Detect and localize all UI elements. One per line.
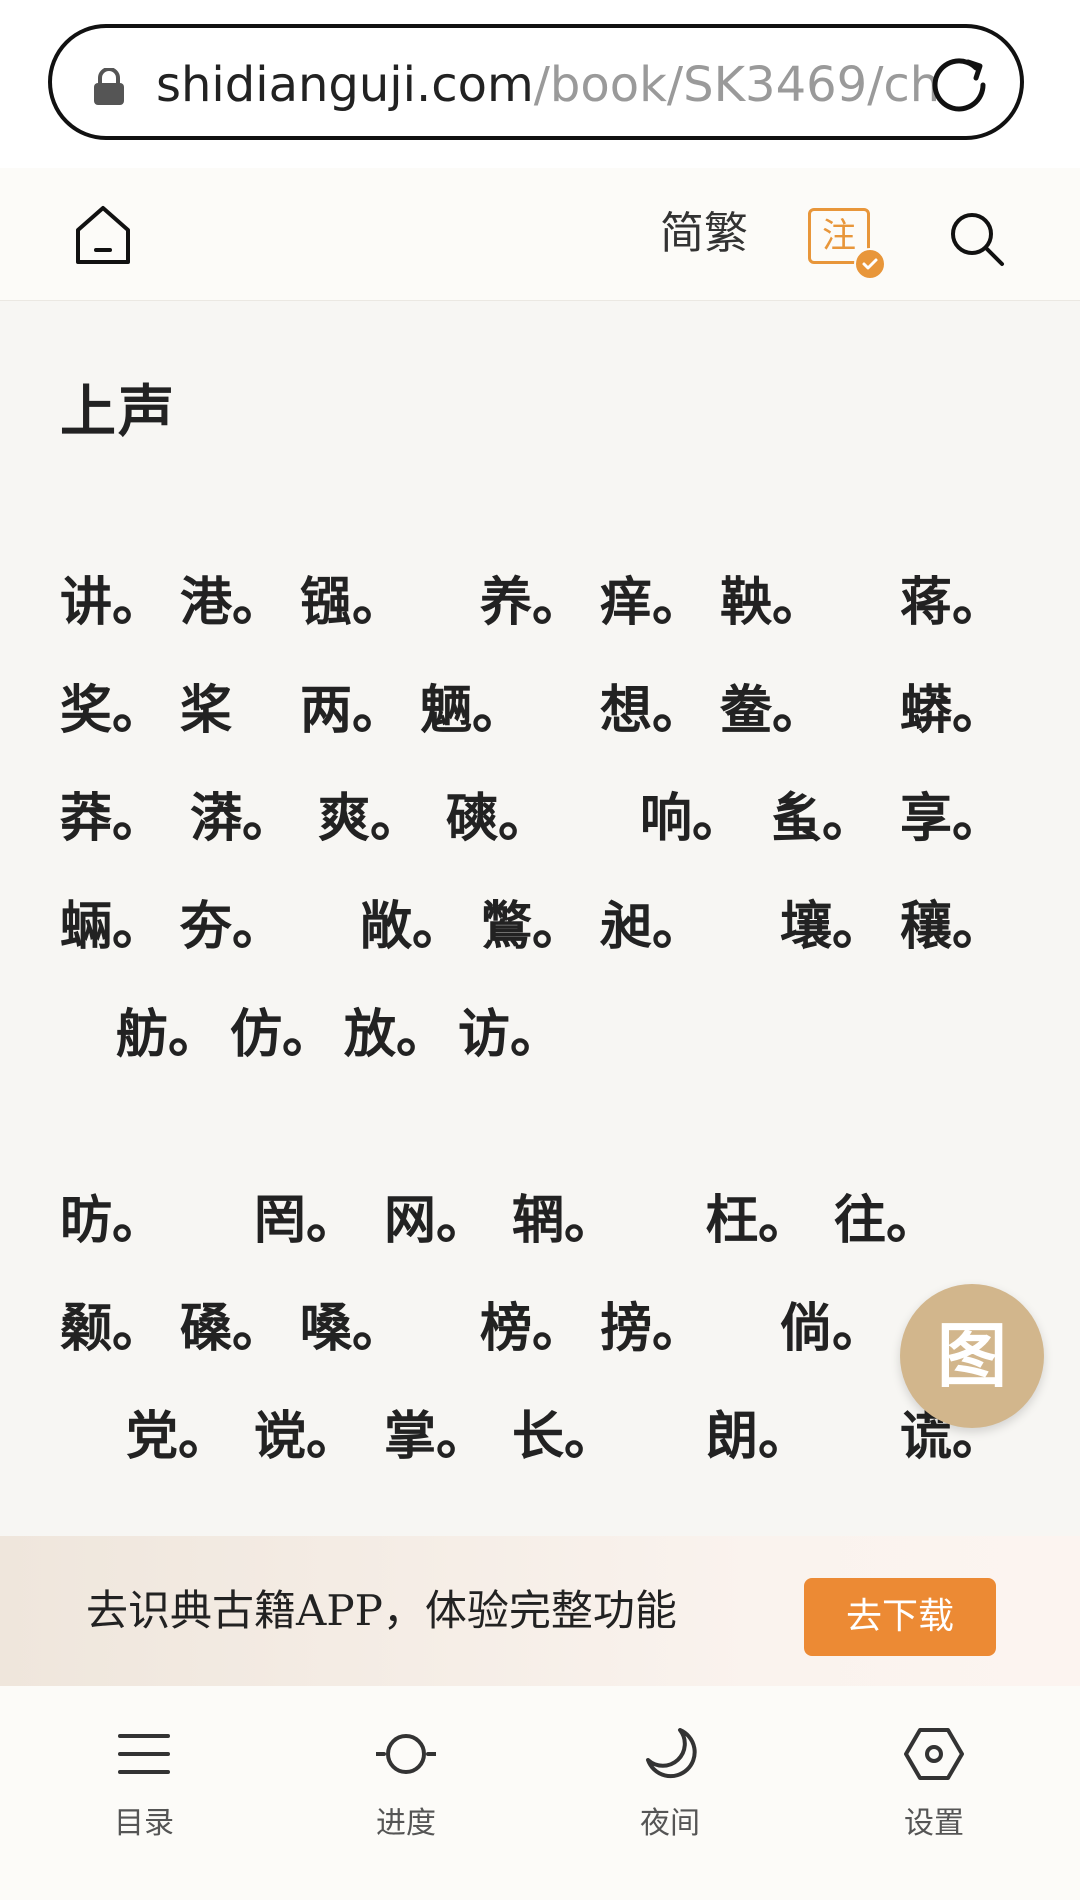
rhyme-char: 漭。 — [190, 788, 295, 849]
text-line: 舫。 仿。 放。 访。 — [0, 995, 1080, 1075]
nav-item-night-mode[interactable]: 夜间 — [570, 1724, 770, 1864]
rhyme-char: 蒋。 — [900, 572, 1005, 633]
rhyme-char: 莽。 — [60, 788, 165, 849]
rhyme-char: 镪。 — [300, 572, 405, 633]
rhyme-char: 舫。 — [116, 1004, 221, 1065]
section-title: 上声 — [60, 379, 176, 445]
address-bar[interactable]: shidianguji.com/book/SK3469/cha — [48, 24, 1024, 140]
rhyme-char: 网。 — [384, 1190, 489, 1251]
browser-toolbar: shidianguji.com/book/SK3469/cha — [0, 0, 1080, 168]
text-line: 奖。 桨 两。 魉。 想。 鲞。 蟒。 — [0, 671, 1080, 751]
rhyme-char: 榜。 — [480, 1298, 585, 1359]
text-line: 莽。 漭。 爽。 磢。 响。 蚃。 享。 — [0, 779, 1080, 859]
rhyme-char: 痒。 — [600, 572, 705, 633]
rhyme-char: 磢。 — [446, 788, 551, 849]
menu-icon — [118, 1734, 170, 1774]
rhyme-char: 搒。 — [600, 1298, 705, 1359]
rhyme-char: 响。 — [640, 788, 745, 849]
rhyme-char: 放。 — [344, 1004, 449, 1065]
rhyme-char: 蚃。 — [770, 788, 875, 849]
rhyme-char: 党。 — [126, 1406, 231, 1467]
nav-item-progress[interactable]: 进度 — [306, 1724, 506, 1864]
nav-label: 设置 — [904, 1806, 964, 1841]
lock-icon — [94, 68, 124, 105]
rhyme-char: 魉。 — [420, 680, 525, 741]
download-button[interactable]: 去下载 — [804, 1578, 996, 1656]
rhyme-char: 壤。 — [780, 896, 885, 957]
text-line: 讲。 港。 镪。 养。 痒。 鞅。 蒋。 — [0, 563, 1080, 643]
rhyme-char: 掌。 — [384, 1406, 489, 1467]
rhyme-char: 长。 — [512, 1406, 617, 1467]
nav-label: 目录 — [114, 1806, 174, 1841]
rhyme-char: 夯。 — [180, 896, 285, 957]
rhyme-char: 蜽。 — [60, 896, 165, 957]
rhyme-char: 嗓。 — [300, 1298, 405, 1359]
reload-icon[interactable] — [928, 54, 990, 116]
rhyme-char: 往。 — [834, 1190, 939, 1251]
nav-label: 进度 — [376, 1806, 436, 1841]
rhyme-char: 鲞。 — [720, 680, 825, 741]
rhyme-char: 朗。 — [706, 1406, 811, 1467]
rhyme-char: 讲。 — [60, 572, 165, 633]
home-icon[interactable] — [74, 204, 132, 266]
url-host: shidianguji.com — [156, 57, 534, 113]
rhyme-char: 访。 — [458, 1004, 563, 1065]
moon-icon — [646, 1728, 697, 1779]
rhyme-char: 辋。 — [512, 1190, 617, 1251]
rhyme-char: 磉。 — [180, 1298, 285, 1359]
rhyme-char: 仿。 — [230, 1004, 335, 1065]
settings-icon — [904, 1728, 964, 1780]
rhyme-char: 养。 — [480, 572, 585, 633]
rhyme-char: 港。 — [180, 572, 285, 633]
rhyme-char: 穰。 — [900, 896, 1005, 957]
rhyme-char: 想。 — [600, 680, 705, 741]
banner-text: 去识典古籍APP，体验完整功能 — [86, 1586, 677, 1635]
rhyme-char: 鷩。 — [480, 896, 585, 957]
text-line: 党。 谠。 掌。 长。 朗。 谎。 — [0, 1397, 1080, 1477]
rhyme-char: 罔。 — [254, 1190, 359, 1251]
url-path: /book/SK3469/cha — [533, 57, 936, 113]
rhyme-char: 昉。 — [60, 1190, 165, 1251]
rhyme-char: 两。 — [300, 680, 405, 741]
text-line: 蜽。 夯。 敞。 鷩。 昶。 壤。 穰。 — [0, 887, 1080, 967]
nav-item-catalog[interactable]: 目录 — [44, 1724, 244, 1864]
search-icon[interactable] — [948, 210, 1006, 268]
text-line: 昉。 罔。 网。 辋。 枉。 往。 — [0, 1181, 1080, 1261]
rhyme-char: 倘。 — [780, 1298, 885, 1359]
rhyme-char: 爽。 — [318, 788, 423, 849]
rhyme-char: 鞅。 — [720, 572, 825, 633]
rhyme-char: 谠。 — [254, 1406, 359, 1467]
nav-label: 夜间 — [640, 1806, 700, 1841]
nav-item-settings[interactable]: 设置 — [834, 1724, 1034, 1864]
check-icon — [854, 248, 886, 280]
rhyme-char: 枉。 — [706, 1190, 811, 1251]
rhyme-char: 昶。 — [600, 896, 705, 957]
app-download-banner: 去识典古籍APP，体验完整功能 去下载 — [0, 1536, 1080, 1686]
rhyme-char: 享。 — [900, 788, 1005, 849]
url-text[interactable]: shidianguji.com/book/SK3469/cha — [156, 50, 936, 120]
image-view-button[interactable]: 图 — [900, 1284, 1044, 1428]
simplified-traditional-toggle[interactable]: 简繁 — [660, 206, 748, 262]
bottom-nav: 目录 进度 夜间 设置 — [0, 1686, 1080, 1900]
rhyme-char: 敞。 — [360, 896, 465, 957]
rhyme-char: 奖。 — [60, 680, 165, 741]
rhyme-char: 蟒。 — [900, 680, 1005, 741]
annotation-toggle[interactable]: 注 — [808, 208, 886, 280]
reader-header: 简繁 注 — [0, 168, 1080, 301]
rhyme-char: 颡。 — [60, 1298, 165, 1359]
rhyme-char: 桨 — [180, 680, 233, 741]
progress-icon — [376, 1734, 436, 1774]
